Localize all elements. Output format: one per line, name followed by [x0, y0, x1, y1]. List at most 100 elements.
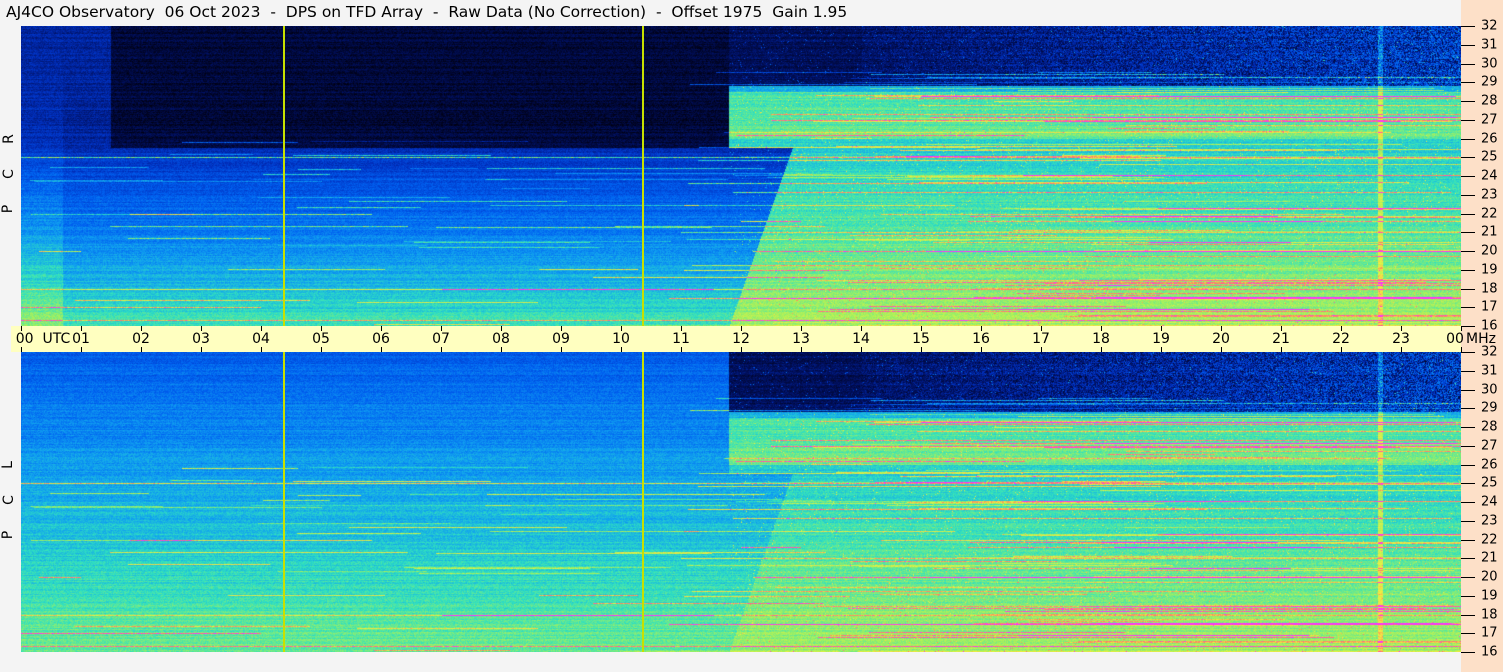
- frequency-tick: [1461, 82, 1475, 83]
- time-tick: [441, 347, 442, 352]
- frequency-tick-label: 20: [1481, 570, 1498, 585]
- time-tick: [501, 347, 502, 352]
- frequency-tick: [1461, 176, 1475, 177]
- time-tick-label: 13: [792, 331, 810, 347]
- frequency-tick: [1461, 465, 1475, 466]
- time-tick-label: 00 UTC: [16, 331, 70, 347]
- time-tick-label: 08: [492, 331, 510, 347]
- frequency-tick-label: 23: [1481, 513, 1498, 528]
- time-tick: [1221, 347, 1222, 352]
- frequency-tick-label: 23: [1481, 187, 1498, 202]
- time-tick-label: 00: [1446, 331, 1464, 347]
- time-tick-label: 15: [912, 331, 930, 347]
- frequency-tick: [1461, 390, 1475, 391]
- time-tick-label: 17: [1032, 331, 1050, 347]
- frequency-tick-label: 25: [1481, 150, 1498, 165]
- frequency-tick: [1461, 615, 1475, 616]
- frequency-tick-label: 26: [1481, 131, 1498, 146]
- frequency-tick: [1461, 633, 1475, 634]
- frequency-tick: [1461, 521, 1475, 522]
- frequency-tick-label: 19: [1481, 262, 1498, 277]
- time-tick: [321, 347, 322, 352]
- frequency-tick: [1461, 45, 1475, 46]
- time-tick: [1101, 347, 1102, 352]
- frequency-tick-label: 30: [1481, 382, 1498, 397]
- frequency-tick: [1461, 195, 1475, 196]
- frequency-tick-label: 31: [1481, 37, 1498, 52]
- frequency-tick: [1461, 540, 1475, 541]
- time-marker-line: [642, 26, 644, 326]
- time-tick-label: 05: [312, 331, 330, 347]
- frequency-unit-label: MHz: [1466, 331, 1496, 347]
- time-marker-line: [642, 352, 644, 652]
- time-marker-line: [283, 352, 285, 652]
- polarization-label: R: [1, 134, 17, 144]
- frequency-tick: [1461, 251, 1475, 252]
- time-tick-label: 12: [732, 331, 750, 347]
- frequency-tick-label: 22: [1481, 206, 1498, 221]
- lcp-spectrogram: [21, 352, 1461, 652]
- frequency-tick: [1461, 270, 1475, 271]
- frequency-tick: [1461, 502, 1475, 503]
- frequency-tick-label: 30: [1481, 56, 1498, 71]
- frequency-tick-label: 18: [1481, 607, 1498, 622]
- polarization-label: C: [1, 169, 17, 179]
- frequency-tick-label: 26: [1481, 457, 1498, 472]
- time-tick-label: 03: [192, 331, 210, 347]
- frequency-tick-label: 27: [1481, 438, 1498, 453]
- time-tick-label: 09: [552, 331, 570, 347]
- frequency-tick-label: 22: [1481, 532, 1498, 547]
- frequency-tick: [1461, 427, 1475, 428]
- frequency-tick: [1461, 64, 1475, 65]
- time-tick: [21, 347, 22, 352]
- time-tick-label: 07: [432, 331, 450, 347]
- time-tick-label: 21: [1272, 331, 1290, 347]
- frequency-tick-label: 32: [1481, 19, 1498, 34]
- time-tick: [621, 347, 622, 352]
- frequency-tick-label: 17: [1481, 300, 1498, 315]
- time-tick-label: 18: [1092, 331, 1110, 347]
- frequency-tick: [1461, 446, 1475, 447]
- frequency-tick: [1461, 596, 1475, 597]
- time-tick: [981, 347, 982, 352]
- time-tick: [921, 347, 922, 352]
- polarization-label: L: [0, 461, 16, 469]
- time-tick-label: 06: [372, 331, 390, 347]
- time-tick: [81, 347, 82, 352]
- frequency-tick: [1461, 371, 1475, 372]
- frequency-tick: [1461, 157, 1475, 158]
- frequency-tick: [1461, 483, 1475, 484]
- frequency-tick-label: 27: [1481, 112, 1498, 127]
- polarization-label: P: [0, 205, 16, 213]
- frequency-tick-label: 19: [1481, 588, 1498, 603]
- frequency-tick: [1461, 326, 1475, 327]
- time-tick: [741, 347, 742, 352]
- polarization-label: P: [0, 531, 16, 539]
- time-tick: [861, 347, 862, 352]
- frequency-tick-label: 29: [1481, 401, 1498, 416]
- frequency-tick-label: 21: [1481, 225, 1498, 240]
- frequency-tick-label: 16: [1481, 645, 1498, 660]
- time-tick-label: 22: [1332, 331, 1350, 347]
- time-tick: [561, 347, 562, 352]
- frequency-tick: [1461, 214, 1475, 215]
- frequency-tick-label: 29: [1481, 75, 1498, 90]
- time-tick: [201, 347, 202, 352]
- frequency-tick-label: 28: [1481, 94, 1498, 109]
- chart-title: AJ4CO Observatory 06 Oct 2023 - DPS on T…: [6, 3, 847, 21]
- time-tick-label: 01: [72, 331, 90, 347]
- frequency-tick: [1461, 232, 1475, 233]
- time-tick: [1041, 347, 1042, 352]
- time-tick-label: 02: [132, 331, 150, 347]
- polarization-label: C: [1, 495, 17, 505]
- frequency-tick: [1461, 101, 1475, 102]
- frequency-tick-label: 24: [1481, 169, 1498, 184]
- time-tick-label: 20: [1212, 331, 1230, 347]
- time-marker-line: [283, 26, 285, 326]
- frequency-tick-label: 18: [1481, 281, 1498, 296]
- time-tick: [261, 347, 262, 352]
- time-tick: [1161, 347, 1162, 352]
- time-tick: [381, 347, 382, 352]
- time-tick-label: 23: [1392, 331, 1410, 347]
- time-tick-label: 16: [972, 331, 990, 347]
